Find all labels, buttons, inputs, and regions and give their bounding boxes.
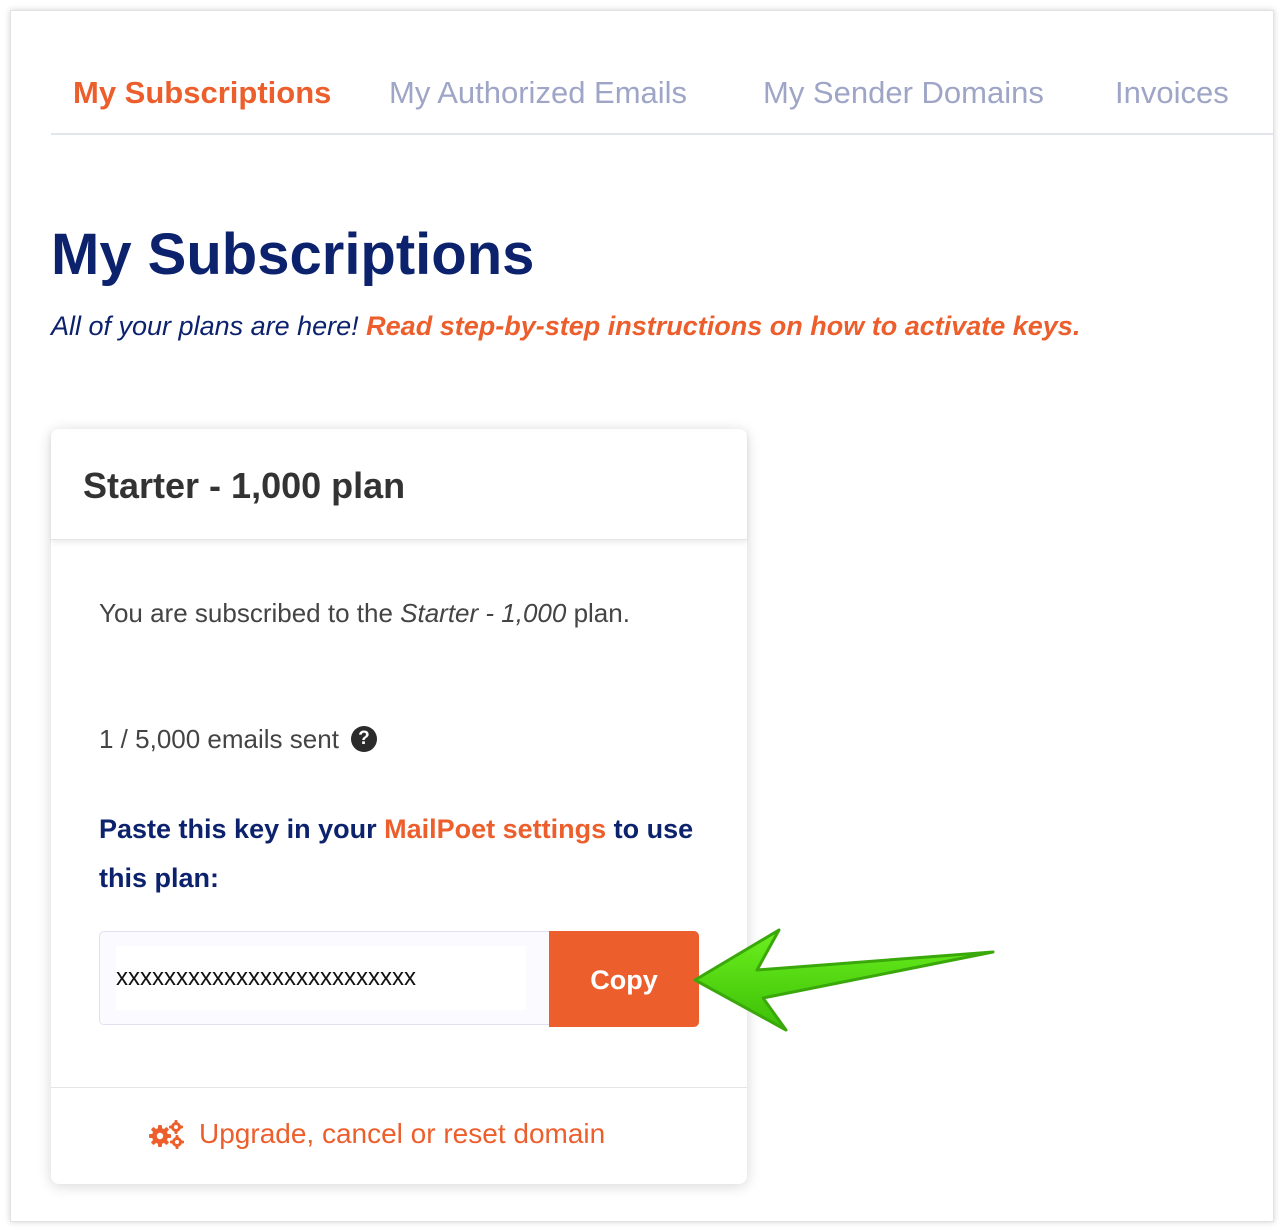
page-title: My Subscriptions <box>51 222 535 287</box>
copy-button[interactable]: Copy <box>549 931 699 1027</box>
subscription-card: Starter - 1,000 plan You are subscribed … <box>51 429 747 1184</box>
subtitle-text: All of your plans are here! <box>51 311 367 341</box>
question-circle-icon[interactable]: ? <box>350 726 377 752</box>
subscribed-prefix: You are subscribed to the <box>99 598 401 628</box>
subscription-description: You are subscribed to the Starter - 1,00… <box>99 589 689 638</box>
key-field-group: Copy <box>99 931 699 1027</box>
tab-invoices[interactable]: Invoices <box>1115 73 1229 113</box>
upgrade-cancel-reset-link[interactable]: Upgrade, cancel or reset domain <box>149 1118 605 1150</box>
tab-bar: My Subscriptions My Authorized Emails My… <box>51 73 1273 135</box>
emails-sent-count: 1 / 5,000 emails sent <box>99 724 339 754</box>
key-input[interactable] <box>116 946 526 1010</box>
tab-my-authorized-emails[interactable]: My Authorized Emails <box>389 73 687 113</box>
gears-icon <box>149 1120 184 1149</box>
usage-row: 1 / 5,000 emails sent ? <box>99 717 377 761</box>
tab-my-subscriptions[interactable]: My Subscriptions <box>73 73 331 113</box>
green-arrow-icon <box>693 928 995 1032</box>
mailpoet-settings-link[interactable]: MailPoet settings <box>384 814 606 844</box>
tab-my-sender-domains[interactable]: My Sender Domains <box>763 73 1044 113</box>
instructions-link[interactable]: Read step-by-step instructions on how to… <box>366 311 1080 341</box>
card-footer: Upgrade, cancel or reset domain <box>51 1087 747 1184</box>
subscribed-plan: Starter - 1,000 <box>400 598 567 628</box>
subscribed-suffix: plan. <box>566 598 630 628</box>
paste-key-instructions: Paste this key in your MailPoet settings… <box>99 805 699 903</box>
footer-link-label: Upgrade, cancel or reset domain <box>199 1118 606 1149</box>
plan-name: Starter - 1,000 plan <box>83 465 406 506</box>
card-header: Starter - 1,000 plan <box>51 429 747 540</box>
paste-prefix: Paste this key in your <box>99 814 385 844</box>
page-subtitle: All of your plans are here! Read step-by… <box>51 308 1080 344</box>
page-frame: My Subscriptions My Authorized Emails My… <box>10 10 1274 1222</box>
